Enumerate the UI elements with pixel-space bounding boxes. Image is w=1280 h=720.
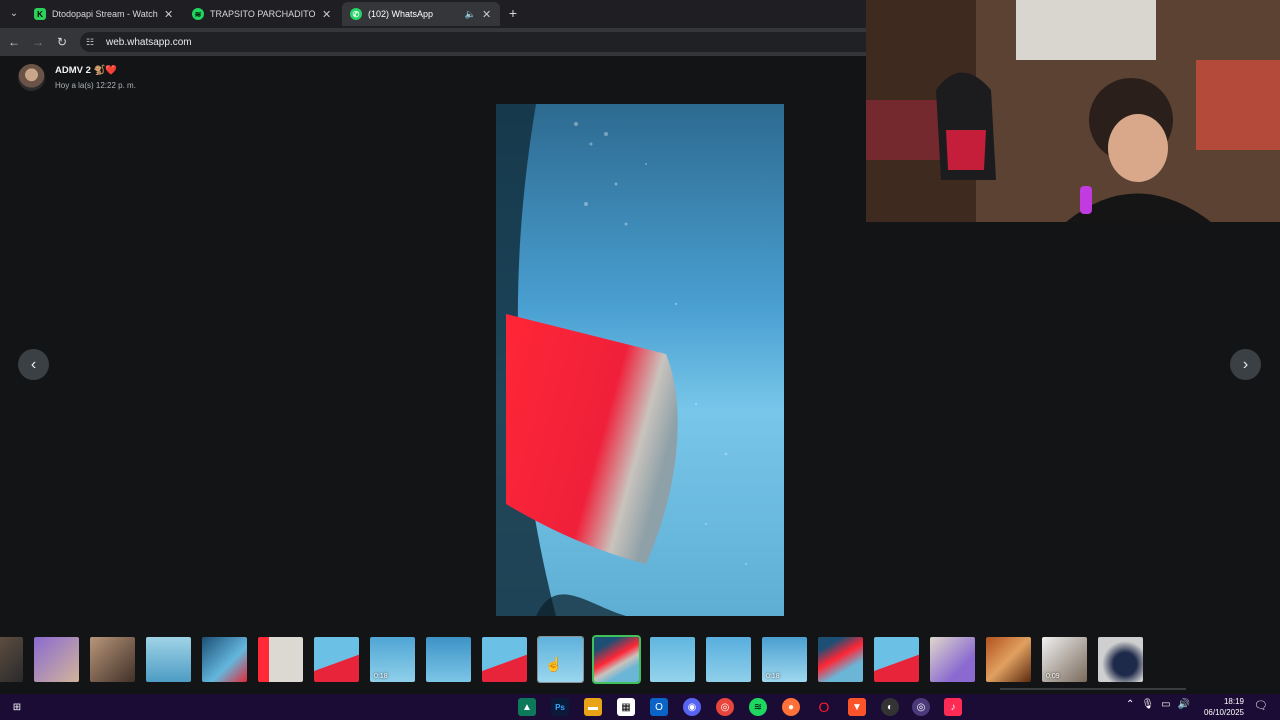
close-icon[interactable]: ✕ <box>322 8 332 21</box>
notification-icon[interactable]: 🗨 <box>1254 699 1268 712</box>
store-icon[interactable]: ▦ <box>617 698 635 716</box>
chrome-active-icon[interactable]: ◎ <box>912 698 930 716</box>
tab-spotify[interactable]: ≋ TRAPSITO PARCHADITO - playlist ✕ <box>184 2 340 26</box>
media-thumbnail-strip: 0:18 0:18 0:09 <box>0 632 1280 687</box>
sender-name: ADMV 2 🐒❤️ <box>55 65 118 76</box>
media-thumbnail[interactable] <box>874 637 919 682</box>
url-text: web.whatsapp.com <box>106 36 192 48</box>
browser-toolbar: ← → ↻ ☷ web.whatsapp.com <box>0 28 866 56</box>
volume-icon[interactable]: 🔊 <box>1178 699 1190 710</box>
spotify-icon[interactable]: ≋ <box>749 698 767 716</box>
media-thumbnail[interactable] <box>202 637 247 682</box>
tab-whatsapp[interactable]: ✆ (102) WhatsApp 🔈 ✕ <box>342 2 500 26</box>
firefox-icon[interactable]: ● <box>782 698 800 716</box>
tiktok-icon[interactable]: ♪ <box>944 698 962 716</box>
mouse-cursor-icon: ☝ <box>545 656 563 672</box>
site-settings-icon[interactable]: ☷ <box>86 36 98 48</box>
windows-start-icon[interactable]: ⊞ <box>8 698 26 716</box>
outlook-icon[interactable]: O <box>650 698 668 716</box>
media-thumbnail[interactable] <box>706 637 751 682</box>
webcam-feed-image <box>866 0 1280 222</box>
media-thumbnail[interactable] <box>0 637 23 682</box>
whatsapp-icon: ✆ <box>350 8 362 20</box>
tab-search-icon[interactable]: ⌄ <box>6 6 22 22</box>
media-thumbnail[interactable] <box>650 637 695 682</box>
media-thumbnail[interactable]: 0:18 <box>370 637 415 682</box>
forward-icon[interactable]: → <box>30 34 46 50</box>
chrome-icon[interactable]: ◎ <box>716 698 734 716</box>
tab-title: Dtodopapi Stream - Watch Live <box>52 9 158 19</box>
media-thumbnail[interactable] <box>930 637 975 682</box>
close-icon[interactable]: ✕ <box>164 8 174 21</box>
avatar[interactable] <box>18 64 45 91</box>
back-icon[interactable]: ← <box>6 34 22 50</box>
photoshop-icon[interactable]: Ps <box>551 698 569 716</box>
clock-time: 18:19 <box>1223 697 1244 706</box>
kick-icon: K <box>34 8 46 20</box>
brave-icon[interactable]: ▼ <box>848 698 866 716</box>
media-thumbnail[interactable] <box>818 637 863 682</box>
close-icon[interactable]: ✕ <box>482 8 492 21</box>
network-icon[interactable]: ▭ <box>1161 699 1170 710</box>
system-tray: ⌃ 🎙 ▭ 🔊 <box>1126 699 1190 710</box>
new-tab-button[interactable]: + <box>505 5 521 21</box>
thumbnail-scrollbar[interactable] <box>1000 688 1186 690</box>
obs-icon[interactable]: ◐ <box>881 698 899 716</box>
chevron-up-icon[interactable]: ⌃ <box>1126 699 1134 710</box>
tab-kick-stream[interactable]: K Dtodopapi Stream - Watch Live ✕ <box>26 2 182 26</box>
video-duration: 0:09 <box>1046 673 1060 680</box>
media-thumbnail[interactable] <box>314 637 359 682</box>
media-thumbnail[interactable] <box>34 637 79 682</box>
reload-icon[interactable]: ↻ <box>54 34 70 50</box>
media-thumbnail[interactable]: 0:18 <box>762 637 807 682</box>
browser-tabstrip: ⌄ K Dtodopapi Stream - Watch Live ✕ ≋ TR… <box>0 0 866 28</box>
discord-icon[interactable]: ◉ <box>683 698 701 716</box>
media-thumbnail[interactable]: 0:09 <box>1042 637 1087 682</box>
speaker-icon[interactable]: 🔈 <box>465 9 476 20</box>
media-image <box>496 104 784 616</box>
media-thumbnail[interactable] <box>146 637 191 682</box>
clock-date: 06/10/2025 <box>1203 708 1244 717</box>
tab-title: (102) WhatsApp <box>368 9 434 19</box>
microphone-icon[interactable]: 🎙 <box>1141 699 1154 710</box>
file-explorer-icon[interactable]: ▬ <box>584 698 602 716</box>
address-bar[interactable]: ☷ web.whatsapp.com <box>80 32 866 52</box>
video-duration: 0:18 <box>374 673 388 680</box>
tab-title: TRAPSITO PARCHADITO - playlist <box>210 9 316 19</box>
previous-media-button[interactable]: ‹ <box>18 349 49 380</box>
message-timestamp: Hoy a la(s) 12:22 p. m. <box>55 81 136 90</box>
webcam-overlay <box>866 0 1280 222</box>
spotify-icon: ≋ <box>192 8 204 20</box>
media-thumbnail[interactable] <box>90 637 135 682</box>
media-thumbnail[interactable] <box>986 637 1031 682</box>
system-clock[interactable]: 18:19 06/10/2025 <box>1204 696 1244 718</box>
sender-info[interactable]: ADMV 2 🐒❤️ Hoy a la(s) 12:22 p. m. <box>18 64 136 91</box>
next-media-button[interactable]: › <box>1230 349 1261 380</box>
media-thumbnail[interactable] <box>258 637 303 682</box>
airplane-window-photo <box>496 104 784 616</box>
video-duration: 0:18 <box>766 673 780 680</box>
windows-taskbar: ⊞ ▲ Ps ▬ ▦ O ◉ ◎ ≋ ● O ▼ ◐ ◎ ♪ ⌃ 🎙 ▭ 🔊 1… <box>0 694 1280 720</box>
opera-icon[interactable]: O <box>815 698 833 716</box>
media-thumbnail-current[interactable] <box>592 635 641 684</box>
media-thumbnail[interactable] <box>426 637 471 682</box>
media-thumbnail[interactable] <box>1098 637 1143 682</box>
app-icon[interactable]: ▲ <box>518 698 536 716</box>
media-thumbnail[interactable] <box>482 637 527 682</box>
